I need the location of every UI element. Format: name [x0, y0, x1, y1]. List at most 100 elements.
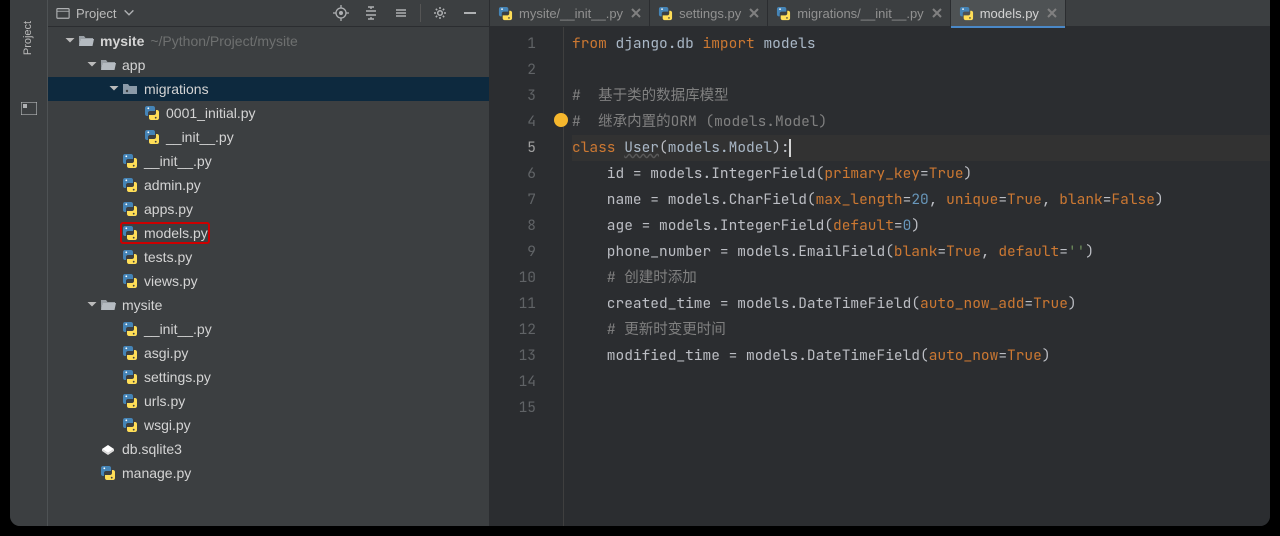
- editor-tab[interactable]: migrations/__init__.py: [768, 0, 950, 27]
- intention-bulb-icon[interactable]: [554, 113, 568, 127]
- close-icon[interactable]: [932, 8, 942, 18]
- line-number[interactable]: 8: [490, 213, 536, 239]
- chevron-down-icon[interactable]: [108, 83, 120, 95]
- code-line[interactable]: [572, 57, 1270, 83]
- chevron-down-icon: [122, 6, 136, 20]
- dir-icon: [100, 297, 116, 313]
- editor-tab[interactable]: models.py: [951, 0, 1066, 27]
- tree-file[interactable]: urls.py: [48, 389, 489, 413]
- py-icon: [144, 129, 160, 145]
- editor-tab[interactable]: settings.py: [650, 0, 768, 27]
- expand-all-button[interactable]: [360, 2, 382, 24]
- dir-root-icon: [78, 33, 94, 49]
- py-icon: [122, 177, 138, 193]
- db-icon: [100, 441, 116, 457]
- code-line[interactable]: [572, 395, 1270, 421]
- hide-icon: [462, 5, 478, 21]
- pkg-icon: [122, 81, 138, 97]
- tree-folder[interactable]: mysite: [48, 293, 489, 317]
- collapse-all-button[interactable]: [390, 2, 412, 24]
- project-icon: [56, 6, 70, 20]
- code-line[interactable]: age = models.IntegerField(default=0): [572, 213, 1270, 239]
- tree-file[interactable]: wsgi.py: [48, 413, 489, 437]
- dir-icon: [100, 57, 116, 73]
- line-number[interactable]: 10: [490, 265, 536, 291]
- tree-file[interactable]: db.sqlite3: [48, 437, 489, 461]
- line-number[interactable]: 9: [490, 239, 536, 265]
- code-content[interactable]: from django.db import models# 基于类的数据库模型#…: [564, 27, 1270, 526]
- code-line[interactable]: created_time = models.DateTimeField(auto…: [572, 291, 1270, 317]
- tree-file[interactable]: tests.py: [48, 245, 489, 269]
- tree-file[interactable]: asgi.py: [48, 341, 489, 365]
- code-line[interactable]: modified_time = models.DateTimeField(aut…: [572, 343, 1270, 369]
- line-number[interactable]: 11: [490, 291, 536, 317]
- tab-label: migrations/__init__.py: [797, 6, 923, 21]
- line-number[interactable]: 5: [490, 135, 536, 161]
- line-number[interactable]: 15: [490, 395, 536, 421]
- tree-file[interactable]: __init__.py: [48, 317, 489, 341]
- tree-item-label: db.sqlite3: [122, 441, 182, 457]
- code-line[interactable]: phone_number = models.EmailField(blank=T…: [572, 239, 1270, 265]
- code-line[interactable]: # 更新时变更时间: [572, 317, 1270, 343]
- code-line[interactable]: from django.db import models: [572, 31, 1270, 57]
- tree-file[interactable]: apps.py: [48, 197, 489, 221]
- editor-area: mysite/__init__.py settings.py migrations/…: [490, 0, 1270, 526]
- tree-file[interactable]: manage.py: [48, 461, 489, 485]
- project-panel-title[interactable]: Project: [56, 6, 136, 21]
- divider: [420, 4, 421, 22]
- tree-folder[interactable]: app: [48, 53, 489, 77]
- line-number[interactable]: 2: [490, 57, 536, 83]
- tree-file[interactable]: __init__.py: [48, 125, 489, 149]
- code-line[interactable]: # 基于类的数据库模型: [572, 83, 1270, 109]
- line-number[interactable]: 1: [490, 31, 536, 57]
- code-line[interactable]: name = models.CharField(max_length=20, u…: [572, 187, 1270, 213]
- code-line[interactable]: # 创建时添加: [572, 265, 1270, 291]
- tree-file[interactable]: settings.py: [48, 365, 489, 389]
- locate-button[interactable]: [330, 2, 352, 24]
- chevron-down-icon[interactable]: [86, 59, 98, 71]
- editor-tab[interactable]: mysite/__init__.py: [490, 0, 650, 27]
- close-icon[interactable]: [631, 8, 641, 18]
- tree-folder[interactable]: mysite~/Python/Project/mysite: [48, 29, 489, 53]
- rail-structure-icon[interactable]: [21, 102, 37, 115]
- python-file-icon: [959, 6, 974, 21]
- line-number[interactable]: 7: [490, 187, 536, 213]
- line-number[interactable]: 6: [490, 161, 536, 187]
- tree-file[interactable]: 0001_initial.py: [48, 101, 489, 125]
- tree-file[interactable]: __init__.py: [48, 149, 489, 173]
- chevron-down-icon[interactable]: [64, 35, 76, 47]
- tree-item-label: settings.py: [144, 369, 211, 385]
- tree-item-label: migrations: [144, 81, 209, 97]
- line-gutter[interactable]: 123456789101112131415: [490, 27, 546, 526]
- code-line[interactable]: id = models.IntegerField(primary_key=Tru…: [572, 161, 1270, 187]
- chevron-down-icon[interactable]: [86, 299, 98, 311]
- tree-item-label: tests.py: [144, 249, 192, 265]
- hide-panel-button[interactable]: [459, 2, 481, 24]
- settings-button[interactable]: [429, 2, 451, 24]
- project-panel-header: Project: [48, 0, 489, 27]
- code-line[interactable]: class User(models.Model):: [572, 135, 1270, 161]
- line-number[interactable]: 12: [490, 317, 536, 343]
- tree-item-label: asgi.py: [144, 345, 188, 361]
- rail-project-label[interactable]: Project: [23, 21, 35, 55]
- py-icon: [122, 153, 138, 169]
- py-icon: [122, 345, 138, 361]
- tree-file[interactable]: models.py: [48, 221, 489, 245]
- tree-folder[interactable]: migrations: [48, 77, 489, 101]
- line-number[interactable]: 13: [490, 343, 536, 369]
- tree-file[interactable]: views.py: [48, 269, 489, 293]
- code-line[interactable]: [572, 369, 1270, 395]
- code-line[interactable]: # 继承内置的ORM (models.Model): [572, 109, 1270, 135]
- line-number[interactable]: 14: [490, 369, 536, 395]
- collapse-icon: [393, 5, 409, 21]
- line-number[interactable]: 4: [490, 109, 536, 135]
- tree-item-path: ~/Python/Project/mysite: [150, 33, 297, 49]
- tree-file[interactable]: admin.py: [48, 173, 489, 197]
- tab-label: mysite/__init__.py: [519, 6, 623, 21]
- line-number[interactable]: 3: [490, 83, 536, 109]
- project-tree[interactable]: mysite~/Python/Project/mysiteappmigratio…: [48, 27, 489, 526]
- tree-item-label: __init__.py: [144, 321, 212, 337]
- py-icon: [122, 369, 138, 385]
- close-icon[interactable]: [749, 8, 759, 18]
- close-icon[interactable]: [1047, 8, 1057, 18]
